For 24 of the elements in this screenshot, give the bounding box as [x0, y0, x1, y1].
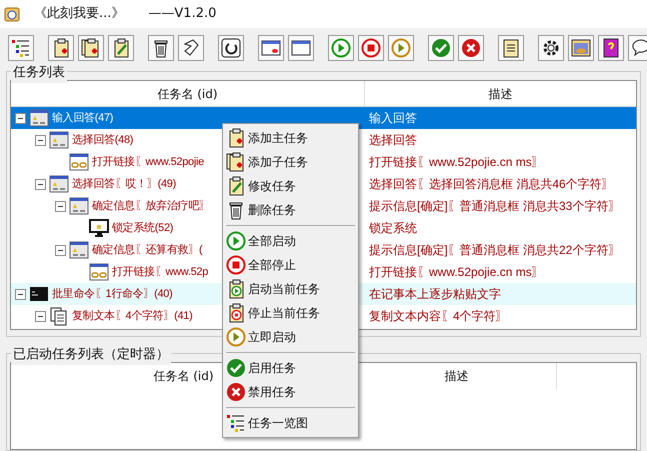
task-name: 锁定系统(52): [112, 220, 174, 236]
task-name: 选择回答(48): [72, 132, 134, 148]
window-title: 《此刻我要...》: [34, 5, 124, 24]
task-description: 打开链接〖www.52pojie.cn ms〗: [368, 154, 544, 171]
group-title: 已启动任务列表（定时器）: [11, 345, 171, 364]
task-name: 打开链接〖www.52p: [112, 264, 208, 280]
task-description: 在记事本上逐步粘贴文字: [368, 286, 501, 303]
task-description: 选择回答: [368, 132, 417, 149]
task-description: 打开链接〖www.52pojie.cn ms〗: [368, 264, 544, 281]
task-name: 选择回答〖哎！〗(49): [72, 176, 176, 192]
task-description: 选择回答〖选择回答消息框 消息共46个字符〗: [368, 176, 614, 193]
task-name: 确定信息〖还算有救〗(: [92, 242, 202, 258]
task-description: 输入回答: [368, 110, 417, 127]
task-name: 确定信息〖放弃治疗吧〗: [92, 198, 210, 214]
task-name: 批里命令〖1行命令〗(40): [52, 286, 172, 302]
task-name: 复制文本〖4个字符〗(41): [72, 308, 192, 324]
task-description: 锁定系统: [368, 220, 417, 237]
task-name: 打开链接〖www.52pojie: [92, 154, 204, 170]
task-description: 提示信息[确定]〖普通消息框 消息共22个字符〗: [368, 242, 620, 259]
group-title: 任务列表: [11, 63, 67, 82]
task-description: 提示信息[确定]〖普通消息框 消息共33个字符〗: [368, 198, 620, 215]
task-description: 复制文本内容〖4个字符〗: [368, 308, 508, 325]
task-name: 输入回答(47): [52, 110, 114, 126]
version-label: ——V1.2.0: [148, 5, 216, 24]
